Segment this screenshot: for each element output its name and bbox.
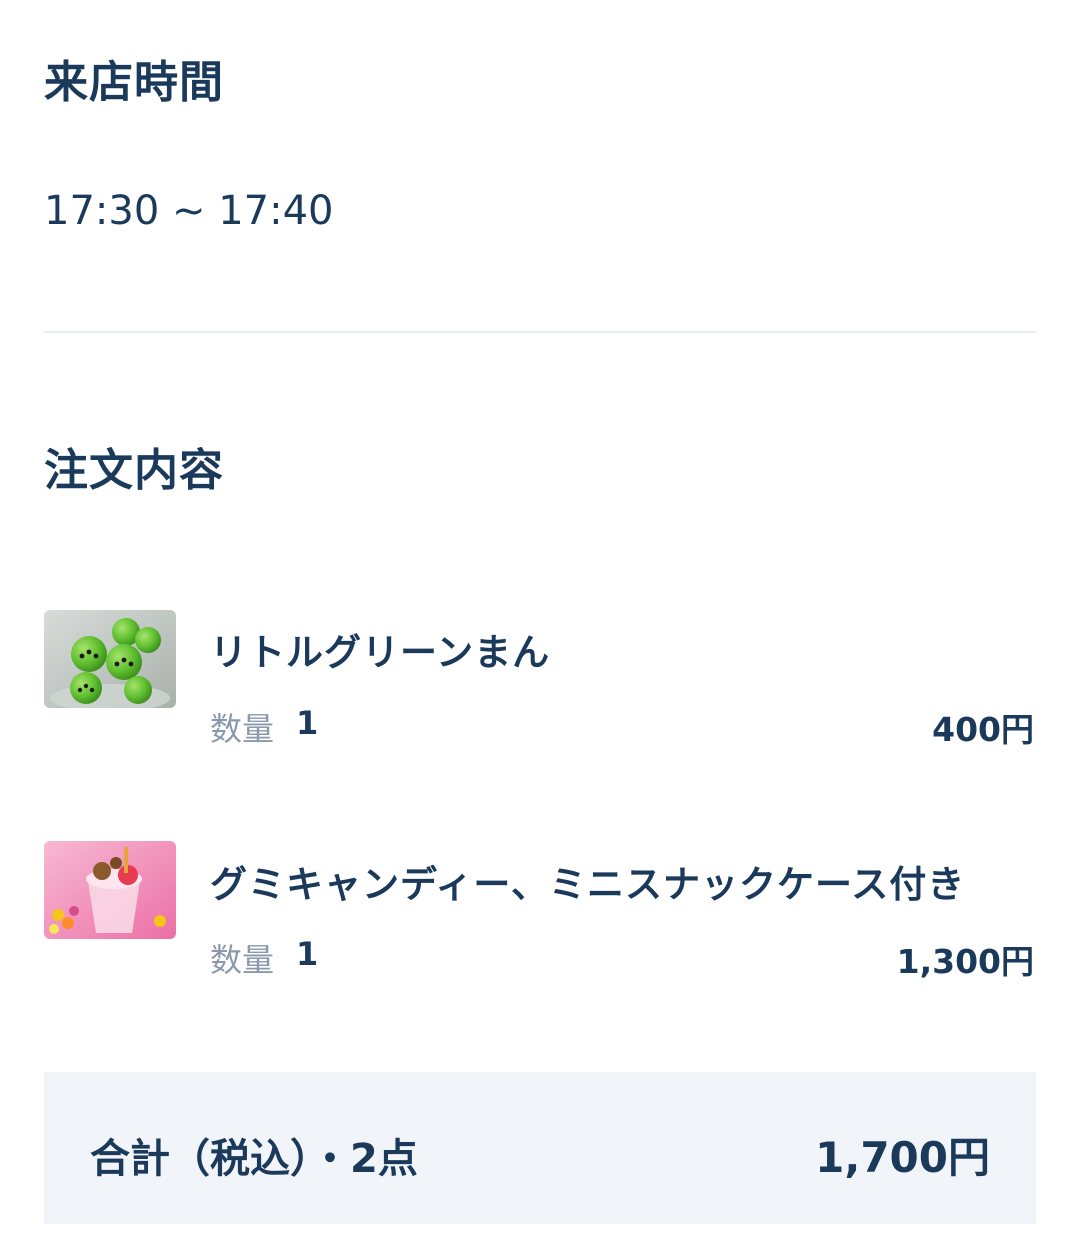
item-price: 1,300円 xyxy=(896,942,1034,981)
quantity-value: 1 xyxy=(296,704,319,742)
quantity-label: 数量 xyxy=(210,941,275,979)
visit-time-heading: 来店時間 xyxy=(44,57,224,108)
little-green-men-buns-image xyxy=(44,610,176,708)
gummy-candy-snack-case-image xyxy=(44,841,176,939)
total-label: 合計（税込）・2点 xyxy=(90,1136,418,1182)
item-price: 400円 xyxy=(932,710,1034,749)
order-item-name: グミキャンディー、ミニスナックケース付き xyxy=(210,863,966,906)
order-contents-heading: 注文内容 xyxy=(44,445,224,496)
order-item-name: リトルグリーンまん xyxy=(210,631,551,674)
total-amount: 1,700円 xyxy=(815,1133,990,1182)
order-total-panel: 合計（税込）・2点 1,700円 xyxy=(44,1072,1036,1224)
visit-time-range: 17:30 ~ 17:40 xyxy=(44,188,334,234)
quantity-value: 1 xyxy=(296,935,319,973)
divider xyxy=(44,331,1036,333)
quantity-label: 数量 xyxy=(210,710,275,748)
